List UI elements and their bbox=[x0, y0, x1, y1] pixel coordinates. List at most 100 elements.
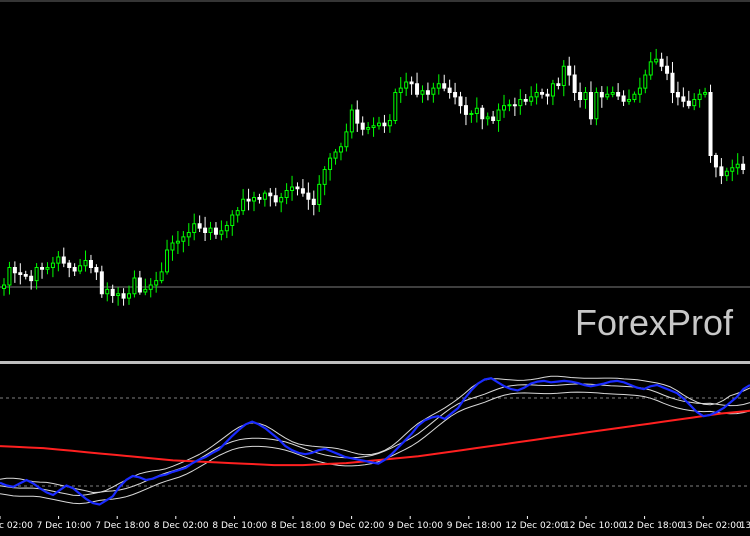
candle bbox=[94, 264, 99, 280]
candle-body bbox=[670, 72, 675, 93]
time-tick-label: 7 Dec 18:00 bbox=[95, 521, 150, 531]
candle bbox=[18, 263, 23, 285]
candle-body bbox=[148, 284, 153, 290]
candle-body bbox=[12, 267, 17, 274]
candle-body bbox=[491, 116, 496, 121]
candle bbox=[387, 114, 392, 133]
candle bbox=[290, 175, 295, 201]
watermark-text: ForexProf bbox=[575, 302, 734, 343]
candle-body bbox=[317, 183, 322, 205]
candle bbox=[708, 84, 713, 163]
candle-body bbox=[23, 274, 28, 277]
candle-body bbox=[540, 92, 545, 95]
candle-body bbox=[659, 58, 664, 67]
candle bbox=[474, 97, 479, 123]
candle bbox=[72, 263, 77, 276]
candle-body bbox=[61, 256, 66, 264]
candle bbox=[713, 152, 718, 178]
candle bbox=[317, 175, 322, 212]
candle-body bbox=[99, 271, 104, 295]
candle-body bbox=[72, 267, 77, 272]
candle bbox=[61, 247, 66, 268]
candle-body bbox=[404, 81, 409, 89]
candle-body bbox=[83, 260, 88, 267]
candle bbox=[83, 250, 88, 272]
candle bbox=[469, 110, 474, 123]
candle bbox=[453, 82, 458, 105]
candle-body bbox=[355, 109, 360, 124]
candle-body bbox=[518, 99, 523, 107]
candle bbox=[724, 167, 729, 182]
candle bbox=[583, 86, 588, 109]
candle bbox=[442, 74, 447, 92]
candle-body bbox=[110, 288, 115, 296]
candle bbox=[213, 222, 218, 239]
candle-body bbox=[371, 125, 376, 128]
candle-body bbox=[637, 87, 642, 95]
candle bbox=[605, 86, 610, 100]
candle bbox=[507, 99, 512, 112]
candle bbox=[550, 79, 555, 106]
band-line-middle bbox=[0, 383, 750, 496]
candle-body bbox=[213, 227, 218, 235]
candle bbox=[463, 96, 468, 126]
candle-body bbox=[273, 195, 278, 203]
candle-body bbox=[469, 113, 474, 115]
candle bbox=[659, 52, 664, 72]
candle bbox=[159, 262, 164, 284]
candle bbox=[632, 91, 637, 103]
time-tick-label: 12 Dec 02:00 bbox=[505, 521, 566, 531]
candle bbox=[268, 188, 273, 207]
candle-body bbox=[583, 92, 588, 100]
candle bbox=[703, 87, 708, 98]
candle bbox=[224, 221, 229, 239]
candle bbox=[491, 110, 496, 124]
candle-body bbox=[425, 90, 430, 95]
candle bbox=[567, 56, 572, 86]
candle-body bbox=[458, 96, 463, 107]
candle bbox=[621, 90, 626, 106]
candle bbox=[599, 86, 604, 108]
candle-body bbox=[556, 83, 561, 86]
candle bbox=[578, 82, 583, 108]
candle-body bbox=[349, 109, 354, 133]
candle bbox=[2, 278, 6, 296]
candle bbox=[355, 100, 360, 132]
candle bbox=[203, 216, 208, 242]
candle bbox=[670, 61, 675, 104]
time-tick-label: 9 Dec 10:00 bbox=[388, 521, 443, 531]
candle-body bbox=[654, 58, 659, 63]
candle-body bbox=[545, 93, 550, 97]
candle-body bbox=[523, 99, 528, 102]
candle-body bbox=[45, 267, 50, 270]
candle-body bbox=[594, 92, 599, 120]
candle-body bbox=[496, 109, 501, 121]
candle bbox=[540, 88, 545, 99]
candle-body bbox=[197, 223, 202, 229]
candle bbox=[719, 158, 724, 185]
candle bbox=[665, 56, 670, 81]
candle-body bbox=[529, 96, 534, 102]
candle bbox=[246, 188, 251, 211]
candle bbox=[50, 256, 55, 278]
forex-chart-window: ForexProf 6 Dec 02:00 7 Dec 10:007 Dec 18… bbox=[0, 0, 750, 536]
candle bbox=[616, 83, 621, 100]
candle bbox=[496, 103, 501, 132]
candle bbox=[572, 65, 577, 101]
candle-body bbox=[735, 163, 740, 169]
candle bbox=[523, 94, 528, 106]
candle-body bbox=[708, 92, 713, 156]
candle bbox=[116, 287, 121, 306]
candle bbox=[7, 261, 12, 295]
candle bbox=[518, 89, 523, 115]
candle-body bbox=[290, 186, 295, 191]
candle-body bbox=[262, 192, 267, 200]
candle-body bbox=[181, 236, 186, 242]
candle bbox=[675, 81, 680, 106]
candle bbox=[420, 85, 425, 103]
candle-body bbox=[616, 92, 621, 97]
candle-body bbox=[94, 267, 99, 273]
candle-body bbox=[463, 105, 468, 115]
indicator-panel[interactable]: 6 Dec 02:00 7 Dec 10:007 Dec 18:00 8 Dec 0… bbox=[0, 364, 750, 536]
candle-body bbox=[186, 232, 191, 238]
